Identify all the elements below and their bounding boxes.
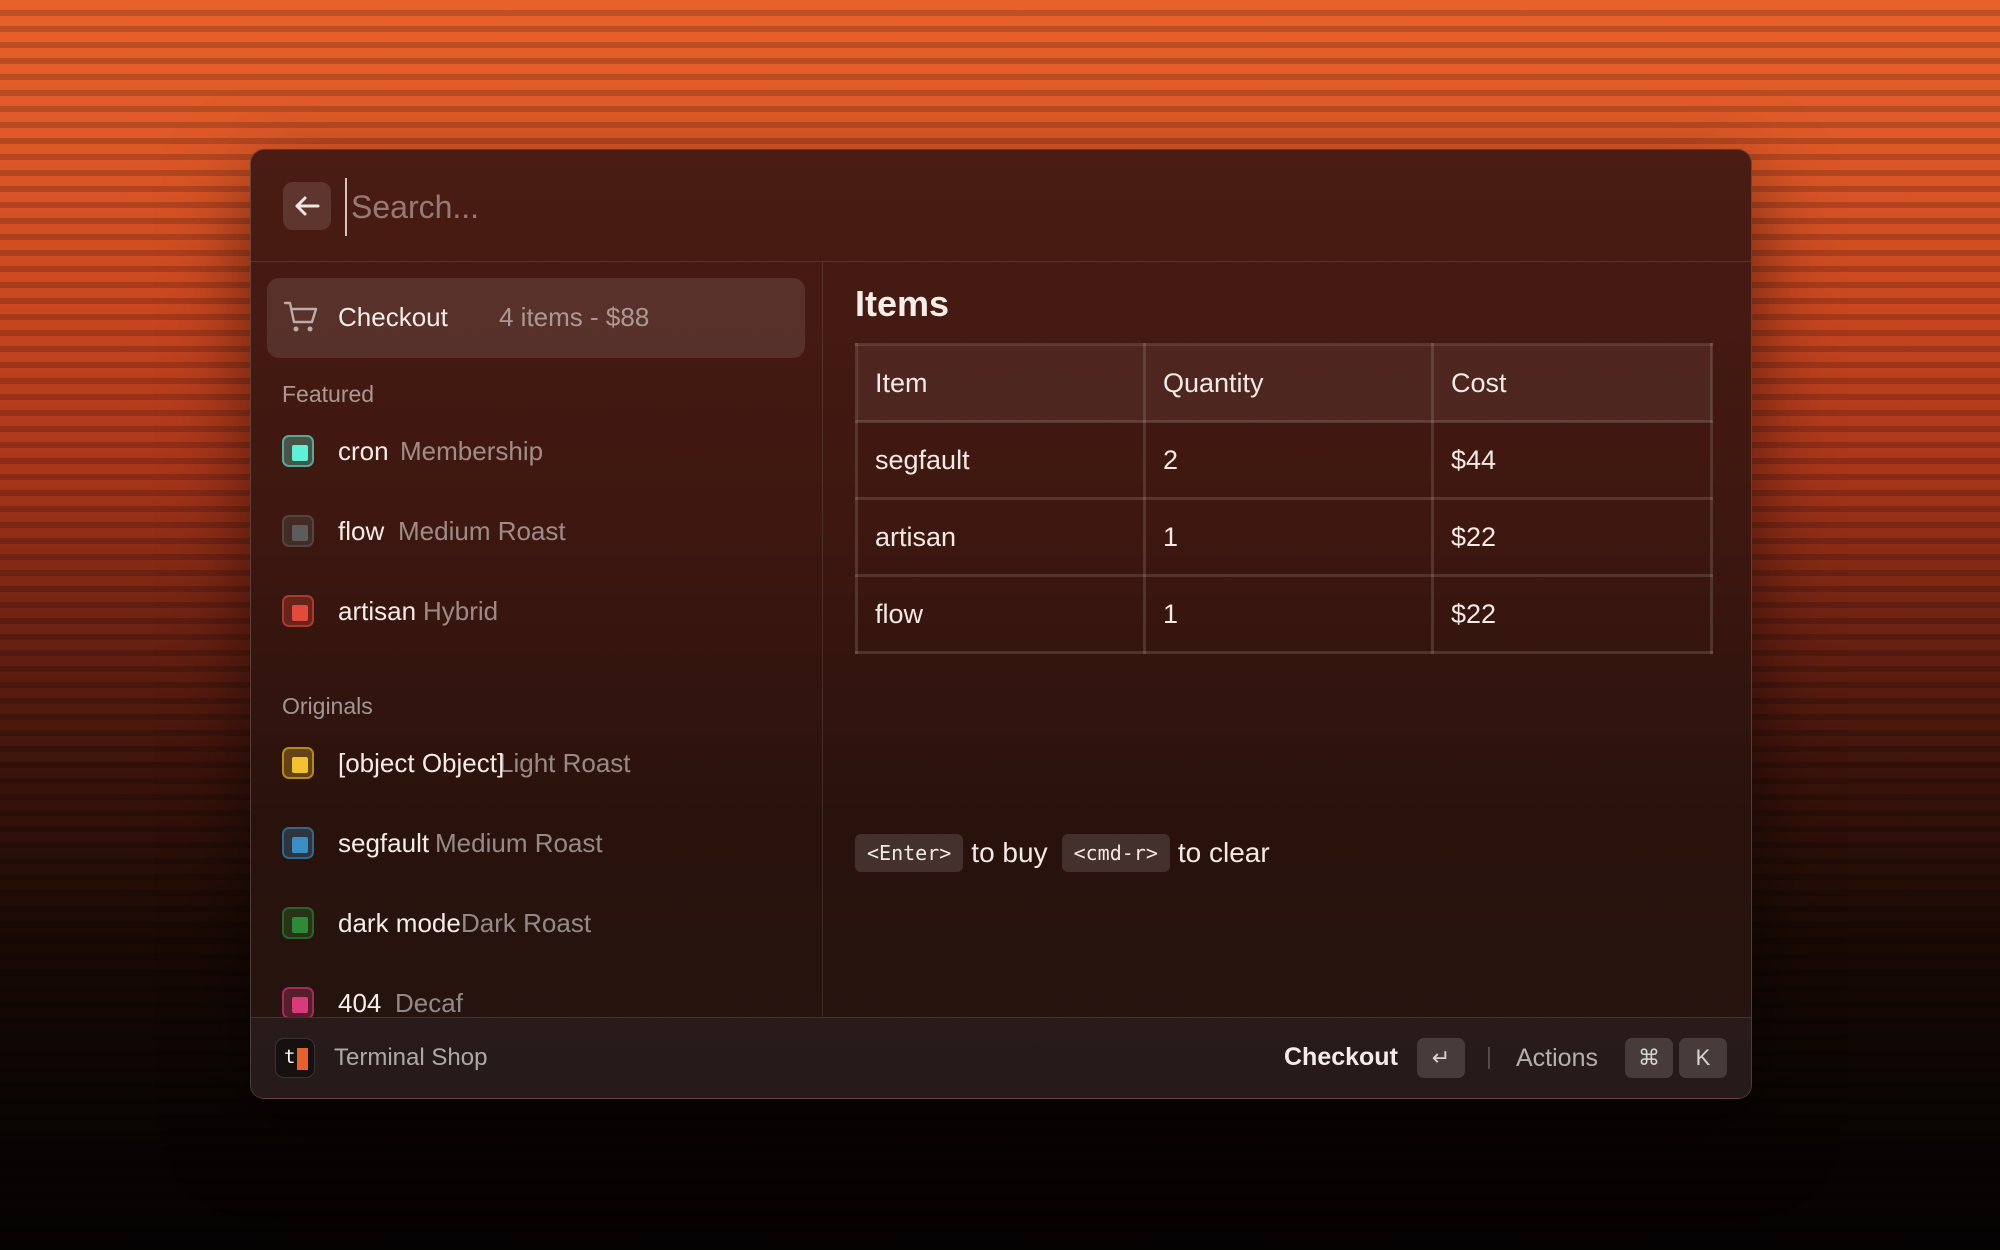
cart-items-table: Item Quantity Cost segfault 2 $44 artisa… xyxy=(855,343,1713,654)
checkout-summary: 4 items - $88 xyxy=(499,302,650,332)
checkout-action-button[interactable]: Checkout xyxy=(1284,1043,1398,1072)
product-name: [object Object] xyxy=(338,748,505,778)
cell-cost: $22 xyxy=(1431,497,1713,577)
product-color-swatch xyxy=(282,987,314,1017)
cell-item: flow xyxy=(855,574,1146,654)
product-type: Hybrid xyxy=(423,596,499,626)
product-name: segfault xyxy=(338,828,430,858)
product-color-swatch xyxy=(282,435,314,467)
cell-cost: $44 xyxy=(1431,420,1713,500)
back-button[interactable] xyxy=(283,182,331,230)
product-type: Decaf xyxy=(395,988,463,1017)
cell-quantity: 1 xyxy=(1143,497,1434,577)
product-name: dark mode xyxy=(338,908,461,938)
product-name: cron xyxy=(338,436,389,466)
cart-icon xyxy=(283,301,318,332)
enter-key-icon: ↵ xyxy=(1417,1038,1465,1078)
product-type: Medium Roast xyxy=(398,516,566,546)
search-bar xyxy=(251,150,1751,262)
enter-key-badge: <Enter> xyxy=(855,834,964,872)
sidebar-item-checkout[interactable]: Checkout 4 items - $88 xyxy=(267,278,805,358)
keyboard-hint: <Enter> to buy <cmd-r> to clear xyxy=(855,834,1270,872)
product-color-swatch xyxy=(282,907,314,939)
sidebar-item-404[interactable]: 404 Decaf xyxy=(267,971,805,1017)
table-header-row: Item Quantity Cost xyxy=(855,343,1713,423)
clear-hint-text: to clear xyxy=(1177,837,1270,868)
product-color-swatch xyxy=(282,747,314,779)
sidebar-item-object-object[interactable]: [object Object] Light Roast xyxy=(267,731,805,795)
product-name: 404 xyxy=(338,988,382,1017)
detail-title: Items xyxy=(855,283,950,324)
sidebar: Checkout 4 items - $88 Featured cron Mem… xyxy=(251,261,823,1017)
product-color-swatch xyxy=(282,595,314,627)
search-input[interactable] xyxy=(345,178,1653,236)
buy-hint-text: to buy xyxy=(971,837,1048,868)
footer-divider xyxy=(1488,1047,1490,1069)
table-row: segfault 2 $44 xyxy=(855,420,1713,500)
product-name: artisan xyxy=(338,596,417,626)
table-row: flow 1 $22 xyxy=(855,574,1713,654)
sidebar-item-artisan[interactable]: artisan Hybrid xyxy=(267,579,805,643)
app-logo-icon: t xyxy=(275,1038,315,1078)
section-label-featured: Featured xyxy=(282,381,375,407)
product-type: Membership xyxy=(400,436,544,466)
arrow-left-icon xyxy=(295,196,320,216)
detail-pane: Items Item Quantity Cost segfault 2 $44 … xyxy=(823,261,1751,1017)
app-name: Terminal Shop xyxy=(334,1044,488,1071)
k-key-icon: K xyxy=(1679,1038,1727,1078)
column-header-cost: Cost xyxy=(1431,343,1713,423)
column-header-quantity: Quantity xyxy=(1143,343,1434,423)
actions-button[interactable]: Actions xyxy=(1516,1044,1598,1073)
product-type: Dark Roast xyxy=(461,908,592,938)
product-color-swatch xyxy=(282,515,314,547)
cell-quantity: 2 xyxy=(1143,420,1434,500)
cell-quantity: 1 xyxy=(1143,574,1434,654)
sidebar-item-cron[interactable]: cron Membership xyxy=(267,419,805,483)
launcher-window: Checkout 4 items - $88 Featured cron Mem… xyxy=(250,149,1752,1099)
product-type: Medium Roast xyxy=(435,828,603,858)
footer-bar: t Terminal Shop Checkout ↵ Actions ⌘ K xyxy=(251,1017,1751,1098)
product-color-swatch xyxy=(282,827,314,859)
section-label-originals: Originals xyxy=(282,693,373,719)
product-name: flow xyxy=(338,516,385,546)
cmd-r-key-badge: <cmd-r> xyxy=(1061,834,1170,872)
cell-cost: $22 xyxy=(1431,574,1713,654)
table-row: artisan 1 $22 xyxy=(855,497,1713,577)
command-key-icon: ⌘ xyxy=(1625,1038,1673,1078)
cell-item: segfault xyxy=(855,420,1146,500)
sidebar-item-flow[interactable]: flow Medium Roast xyxy=(267,499,805,563)
sidebar-item-segfault[interactable]: segfault Medium Roast xyxy=(267,811,805,875)
sidebar-item-dark-mode[interactable]: dark mode Dark Roast xyxy=(267,891,805,955)
column-header-item: Item xyxy=(855,343,1146,423)
checkout-label: Checkout xyxy=(338,302,448,332)
cell-item: artisan xyxy=(855,497,1146,577)
product-type: Light Roast xyxy=(499,748,631,778)
